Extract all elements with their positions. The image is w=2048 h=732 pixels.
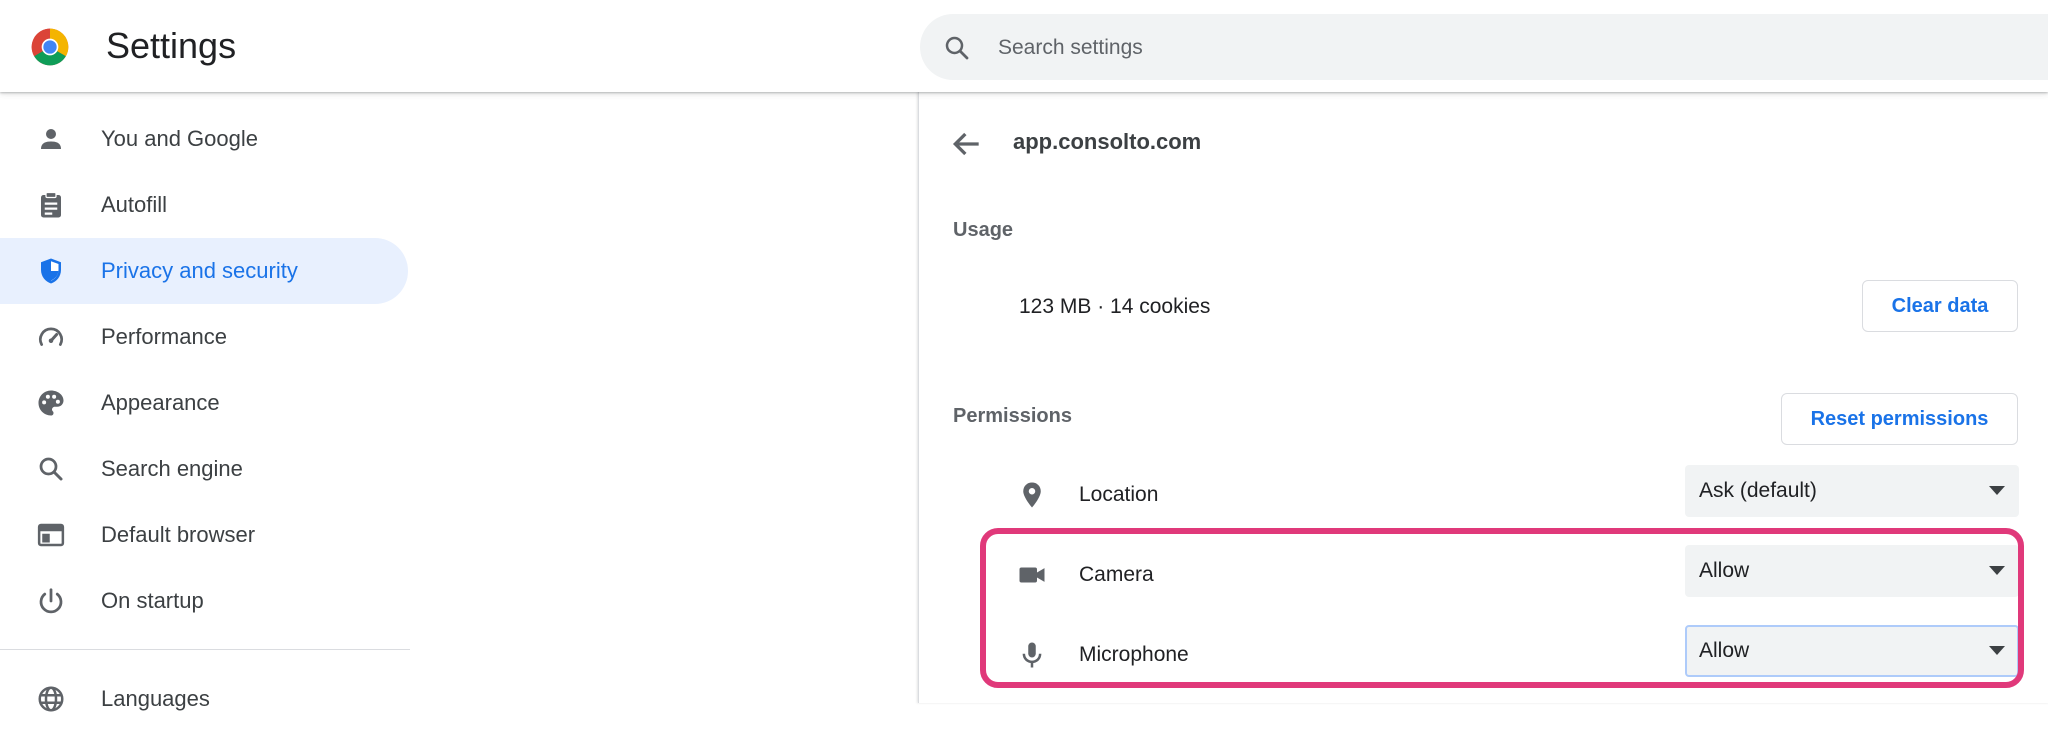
microphone-icon	[1022, 642, 1042, 668]
select-value: Allow	[1699, 639, 1750, 662]
location-pin-icon	[1023, 482, 1041, 508]
sidebar-item-label: Search engine	[101, 456, 243, 481]
dropdown-caret-icon	[1989, 646, 2005, 655]
search-input[interactable]	[996, 26, 2000, 70]
reset-permissions-button[interactable]: Reset permissions	[1781, 393, 2018, 445]
chrome-logo-icon	[31, 28, 69, 66]
search-icon	[39, 457, 63, 481]
sidebar-item-autofill[interactable]: Autofill	[0, 172, 408, 238]
top-bar: Settings	[0, 0, 2048, 92]
search-icon	[945, 36, 969, 60]
sidebar-item-label: Appearance	[101, 390, 220, 415]
sidebar-item-label: Performance	[101, 324, 227, 349]
camera-permission-select[interactable]: Allow	[1685, 545, 2019, 597]
person-icon	[41, 129, 61, 149]
camera-icon	[1019, 567, 1045, 583]
sidebar-item-default-browser[interactable]: Default browser	[0, 502, 408, 568]
globe-icon	[38, 686, 64, 712]
sidebar-item-search-engine[interactable]: Search engine	[0, 436, 408, 502]
sidebar-item-performance[interactable]: Performance	[0, 304, 408, 370]
sidebar-item-label: Autofill	[101, 192, 168, 217]
browser-window-icon	[37, 523, 65, 547]
sidebar-item-on-startup[interactable]: On startup	[0, 568, 408, 634]
sidebar-item-label: Privacy and security	[101, 258, 298, 283]
sidebar-item-privacy-and-security[interactable]: Privacy and security	[0, 238, 408, 304]
usage-summary: 123 MB · 14 cookies	[1019, 295, 1211, 318]
permission-label: Location	[1079, 483, 1159, 506]
sidebar-item-you-and-google[interactable]: You and Google	[0, 106, 408, 172]
power-icon	[39, 588, 63, 614]
permission-label: Microphone	[1079, 643, 1189, 666]
dropdown-caret-icon	[1989, 486, 2005, 495]
dropdown-caret-icon	[1989, 566, 2005, 575]
sidebar-item-label: Default browser	[101, 522, 256, 547]
select-value: Allow	[1699, 559, 1750, 582]
sidebar-item-appearance[interactable]: Appearance	[0, 370, 408, 436]
permission-row-camera: Camera Allow	[919, 545, 2048, 605]
shield-icon	[41, 258, 61, 284]
palette-icon	[38, 390, 64, 416]
usage-section-title: Usage	[953, 219, 1014, 241]
sidebar-nav: You and Google Autofill Privacy and secu…	[0, 92, 410, 712]
site-details-card: app.consolto.com Usage 123 MB · 14 cooki…	[918, 92, 2048, 703]
search-box[interactable]	[920, 14, 2048, 80]
clipboard-icon	[41, 191, 61, 218]
sidebar-item-label: On startup	[101, 588, 204, 613]
location-permission-select[interactable]: Ask (default)	[1685, 465, 2019, 517]
site-name: app.consolto.com	[1013, 129, 1202, 154]
permission-label: Camera	[1079, 563, 1154, 586]
microphone-permission-select[interactable]: Allow	[1685, 625, 2019, 677]
sidebar-item-label: Languages	[101, 686, 210, 711]
clear-data-button[interactable]: Clear data	[1862, 280, 2018, 332]
page-title: Settings	[106, 25, 237, 66]
speedometer-icon	[39, 327, 63, 346]
sidebar-item-languages[interactable]: Languages	[0, 666, 408, 732]
select-value: Ask (default)	[1699, 479, 1817, 502]
back-arrow-icon[interactable]	[947, 124, 987, 164]
permission-row-microphone: Microphone Allow	[919, 625, 2048, 685]
sidebar-item-label: You and Google	[101, 126, 258, 151]
permissions-section-title: Permissions	[953, 405, 1072, 427]
sidebar-divider	[0, 649, 410, 650]
permission-row-location: Location Ask (default)	[919, 465, 2048, 525]
